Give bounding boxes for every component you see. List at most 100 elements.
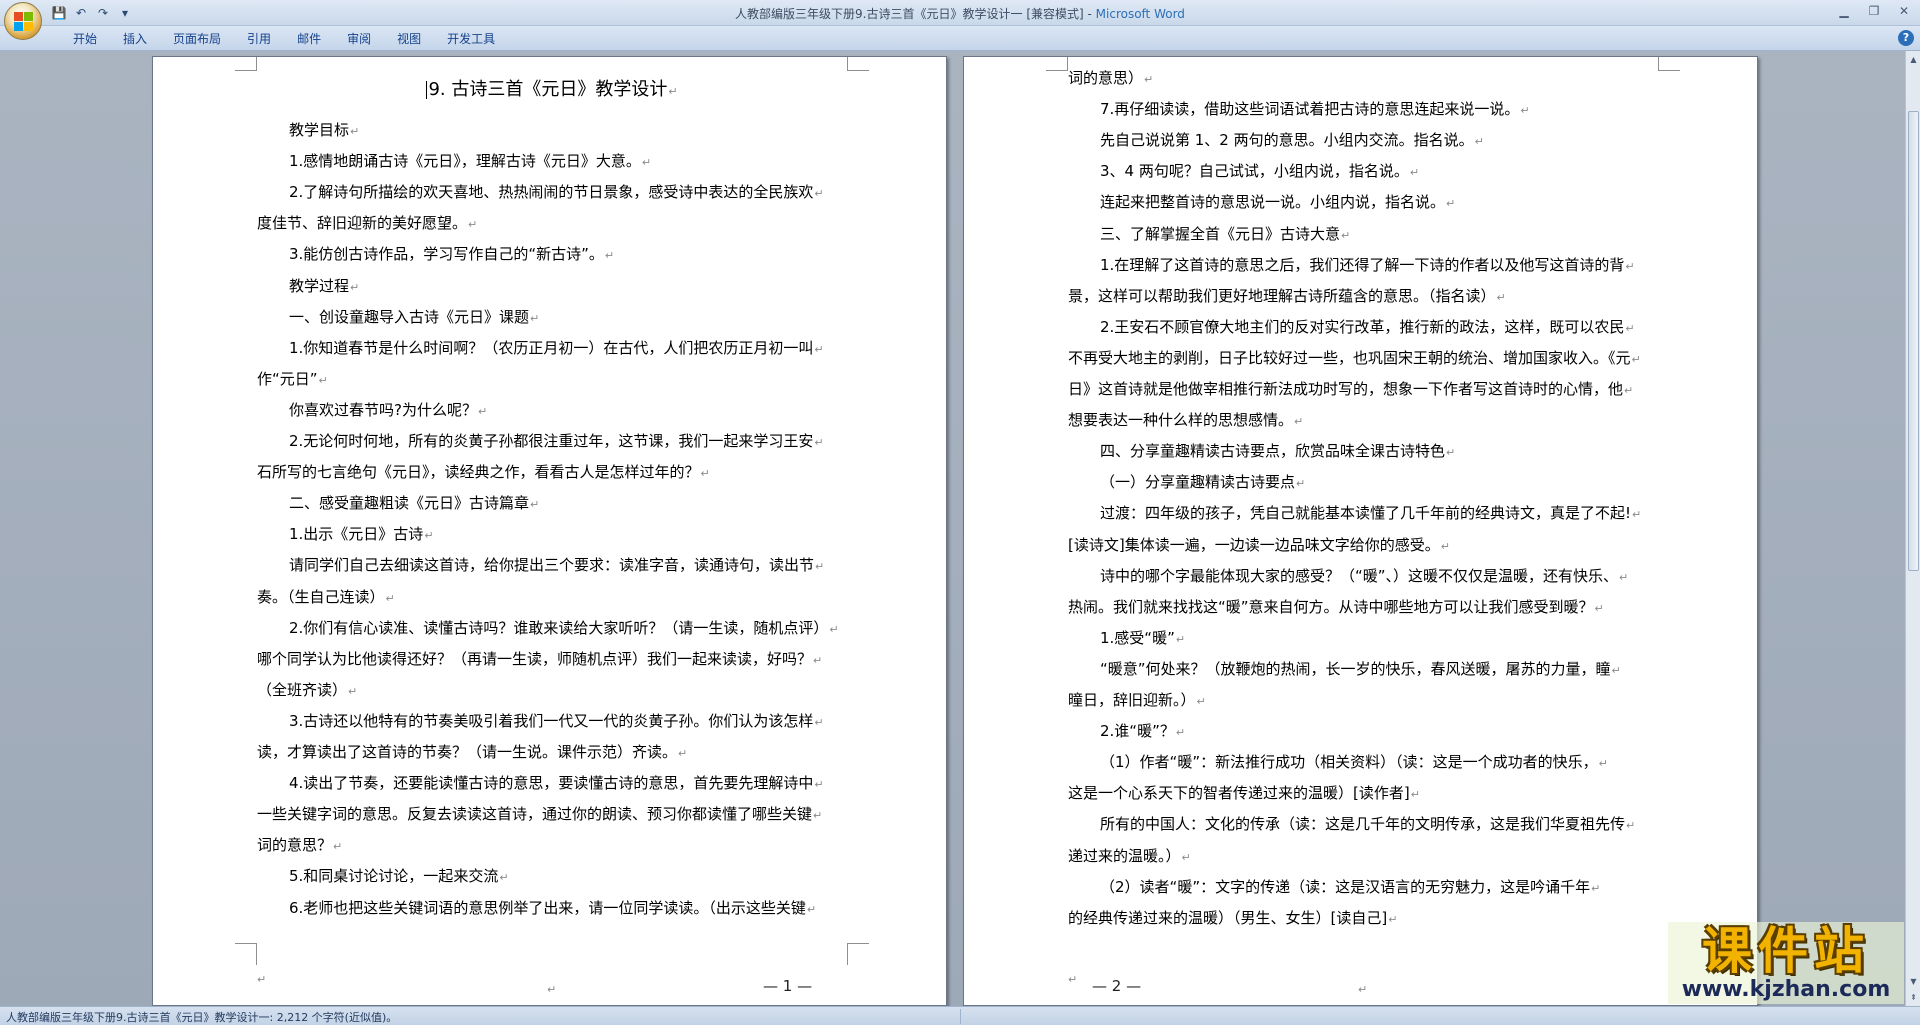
line-text: 3.能仿创古诗作品，学习写作自己的“新古诗”。	[289, 245, 604, 264]
text-line: 石所写的七言绝句《元日》，读经典之作，看看古人是怎样过年的？↵	[257, 461, 710, 483]
tab-4[interactable]: 邮件	[284, 30, 334, 48]
ribbon-tabs: 开始 插入 页面布局 引用 邮件 审阅 视图 开发工具	[60, 30, 508, 48]
paragraph-mark: ↵	[1175, 632, 1186, 646]
scroll-up-icon[interactable]: ▲	[1907, 53, 1920, 66]
paragraph-mark: ↵	[468, 218, 478, 232]
paragraph-mark: ↵	[348, 684, 358, 698]
paragraph-mark: ↵	[813, 653, 823, 667]
line-text: 1.感情地朗诵古诗《元日》，理解古诗《元日》大意。	[289, 152, 641, 171]
text-line: “暖意”何处来？（放鞭炮的热闹，长一岁的快乐，春风送暖，屠苏的力量，瞳↵	[1068, 658, 1621, 680]
line-text: 哪个同学认为比他读得还好？（再请一生读，师随机点评）我们一起来读读，好吗？	[257, 649, 813, 668]
text-line: 奏。（生自己连读）↵	[257, 586, 395, 608]
text-line: 连起来把整首诗的意思说一说。小组内说，指名说。↵	[1068, 191, 1455, 213]
line-text: 三、了解掌握全首《元日》古诗大意	[1100, 224, 1341, 243]
text-line: 度佳节、辞旧迎新的美好愿望。↵	[257, 212, 477, 234]
paragraph-mark: ↵	[1591, 881, 1601, 895]
tab-1[interactable]: 插入	[110, 30, 160, 48]
line-text: 1.你知道春节是什么时间啊？（农历正月初一）在古代，人们把农历正月初一叫	[289, 338, 814, 357]
text-line: 四、分享童趣精读古诗要点，欣赏品味全课古诗特色↵	[1068, 440, 1455, 462]
line-text: 2.无论何时何地，所有的炎黄子孙都很注重过年，这节课，我们一起来学习王安	[289, 432, 814, 450]
document-title: 人教部编版三年级下册9.古诗三首《元日》教学设计一 [兼容模式]	[735, 7, 1084, 21]
line-text: 石所写的七言绝句《元日》，读经典之作，看看古人是怎样过年的？	[257, 463, 700, 482]
line-text: 请同学们自己去细读这首诗，给你提出三个要求：读准字音，读通诗句，读出节	[289, 556, 815, 575]
line-text: 6.老师也把这些关键词语的意思例举了出来，请一位同学读读。（出示这些关键	[289, 898, 806, 917]
tab-2[interactable]: 页面布局	[160, 30, 234, 48]
minimize-icon[interactable]: ▁	[1834, 3, 1854, 19]
paragraph-mark: ↵	[813, 809, 823, 823]
vertical-scrollbar[interactable]: ▲ ▼ ⇞	[1905, 51, 1920, 1006]
line-text: （1）作者“暖”：新法推行成功（相关资料）（读：这是一个成功者的快乐，	[1100, 753, 1598, 772]
text-line: 7.再仔细读读，借助这些词语试着把古诗的意思连起来说一说。↵	[1068, 98, 1530, 120]
app-name: Microsoft Word	[1095, 7, 1185, 21]
line-text: 2.王安石不顾官僚大地主们的反对实行改革，推行新的政法，这样，既可以农民	[1100, 317, 1625, 336]
text-line: 作“元日”↵	[257, 368, 328, 390]
line-text: 想要表达一种什么样的思想感情。	[1068, 411, 1294, 430]
text-line: 2.你们有信心读准、读懂古诗吗？谁敢来读给大家听听？（请一生读，随机点评）↵	[257, 617, 839, 639]
document-page-1[interactable]: 9. 古诗三首《元日》教学设计↵ 教学目标↵ 1.感情地朗诵古诗《元日》，理解古诗…	[152, 56, 947, 1006]
text-line: 教学目标↵	[257, 119, 359, 141]
text-line: 日》这首诗就是他做宰相推行新法成功时写的，想象一下作者写这首诗时的心情，他↵	[1068, 378, 1633, 400]
tab-5[interactable]: 审阅	[334, 30, 384, 48]
title-separator: -	[1083, 7, 1096, 21]
scrollbar-thumb[interactable]	[1908, 111, 1919, 571]
paragraph-mark: ↵	[815, 560, 825, 574]
paragraph-mark: ↵	[1341, 228, 1351, 242]
paragraph-mark: ↵	[385, 591, 395, 605]
text-line: 2.谁“暖”？↵	[1068, 720, 1185, 742]
text-line: 请同学们自己去细读这首诗，给你提出三个要求：读准字音，读通诗句，读出节↵	[257, 554, 824, 576]
tab-7[interactable]: 开发工具	[434, 30, 508, 48]
paragraph-mark: ↵	[814, 187, 824, 201]
text-line: 5.和同桌讨论讨论，一起来交流↵	[257, 865, 509, 887]
paragraph-mark: ↵	[1631, 352, 1641, 366]
window-title: 人教部编版三年级下册9.古诗三首《元日》教学设计一 [兼容模式] - Micro…	[0, 5, 1920, 22]
ribbon-tab-bar: 开始 插入 页面布局 引用 邮件 审阅 视图 开发工具 ?	[0, 26, 1920, 51]
margin-corner-mark	[847, 57, 869, 71]
text-line: 3.能仿创古诗作品，学习写作自己的“新古诗”。↵	[257, 243, 614, 265]
line-text: 诗中的哪个字最能体现大家的感受？（“暖”、）这暖不仅仅是温暖，还有快乐、	[1100, 566, 1619, 585]
tab-0[interactable]: 开始	[60, 30, 110, 48]
office-logo-icon	[14, 12, 34, 32]
paragraph-mark: ↵	[1181, 850, 1191, 864]
margin-corner-mark	[1658, 57, 1680, 71]
text-line: 所有的中国人：文化的传承（读：这是几千年的文明传承，这是我们华夏祖先传↵	[1068, 813, 1635, 835]
text-line: 读，才算读出了这首诗的节奏？（请一生说。课件示范）齐读。↵	[257, 741, 687, 763]
text-line: 景，这样可以帮助我们更好地理解古诗所蕴含的意思。（指名读）↵	[1068, 285, 1506, 307]
prev-page-icon[interactable]: ⇞	[1907, 991, 1920, 1004]
line-text: 不再受大地主的剥削，日子比较好过一些，也巩固宋王朝的统治、增加国家收入。《元	[1068, 348, 1631, 367]
paragraph-mark: ↵	[814, 778, 824, 792]
paragraph-mark: ↵	[806, 902, 817, 916]
line-text: 你喜欢过春节吗?为什么呢？	[289, 400, 477, 419]
paragraph-mark: ↵	[1626, 819, 1636, 833]
paragraph-mark: ↵	[257, 973, 267, 986]
paragraph-mark: ↵	[350, 280, 360, 294]
paragraph-mark: ↵	[499, 871, 509, 885]
paragraph-mark: ↵	[678, 747, 688, 760]
help-icon[interactable]: ?	[1898, 30, 1914, 46]
title-bar: 💾 ↶ ↷ ▾ 人教部编版三年级下册9.古诗三首《元日》教学设计一 [兼容模式] - …	[0, 0, 1920, 40]
line-text: 4.读出了节奏，还要能读懂古诗的意思，要读懂古诗的意思，首先要先理解诗中	[289, 774, 814, 793]
tab-3[interactable]: 引用	[234, 30, 284, 48]
status-text: 人教部编版三年级下册9.古诗三首《元日》教学设计一: 2,212 个字符(近似值…	[6, 1011, 398, 1024]
maximize-icon[interactable]: ❐	[1864, 3, 1884, 19]
scroll-down-icon[interactable]: ▼	[1907, 975, 1920, 988]
paragraph-mark: ↵	[1294, 415, 1304, 429]
tab-6[interactable]: 视图	[384, 30, 434, 48]
close-icon[interactable]: ✕	[1894, 3, 1914, 19]
line-text: 作“元日”	[257, 369, 318, 388]
text-line: 词的意思？↵	[257, 834, 342, 856]
line-text: （2）读者“暖”：文字的传递（读：这是汉语言的无穷魅力，这是吟诵千年	[1100, 877, 1591, 896]
page-number: — 1 —	[763, 977, 813, 995]
line-text: （全班齐读）	[257, 680, 348, 699]
paragraph-mark: ↵	[1624, 384, 1634, 397]
text-line: 6.老师也把这些关键词语的意思例举了出来，请一位同学读读。（出示这些关键↵	[257, 897, 816, 919]
paragraph-mark: ↵	[1296, 477, 1306, 491]
margin-corner-mark	[235, 57, 257, 71]
document-page-2[interactable]: 词的意思）↵ 7.再仔细读读，借助这些词语试着把古诗的意思连起来说一说。↵ 先自己说…	[963, 56, 1758, 1006]
paragraph-mark: ↵	[1358, 983, 1368, 996]
status-separator	[960, 1009, 961, 1024]
line-text: “暖意”何处来？（放鞭炮的热闹，长一岁的快乐，春风送暖，屠苏的力量，瞳	[1100, 659, 1611, 678]
office-button[interactable]	[4, 2, 42, 40]
margin-corner-mark	[847, 943, 869, 965]
page-number: — 2 —	[1092, 977, 1142, 995]
text-line: 哪个同学认为比他读得还好？（再请一生读，师随机点评）我们一起来读读，好吗？↵	[257, 648, 822, 670]
